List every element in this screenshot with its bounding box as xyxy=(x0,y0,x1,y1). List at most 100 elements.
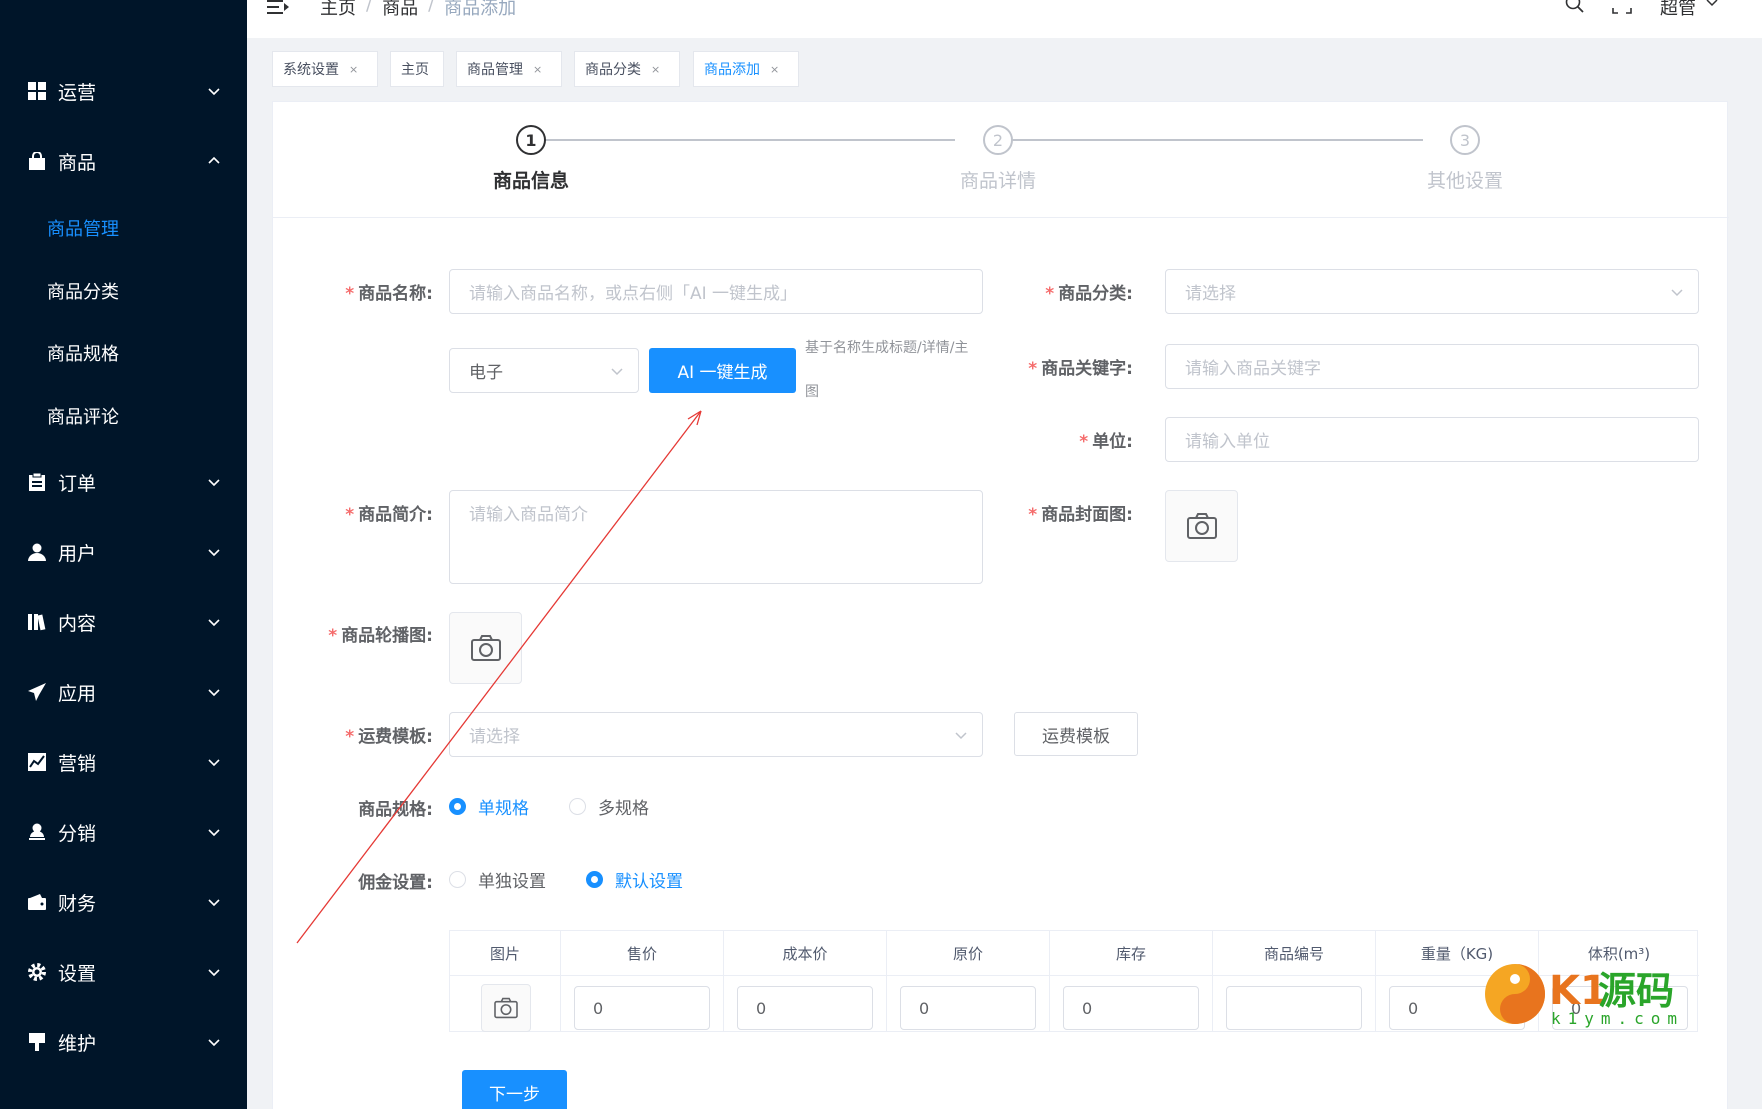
menu-fold-icon[interactable] xyxy=(267,0,289,16)
stock-input[interactable]: 0 xyxy=(1063,986,1199,1030)
cover-upload[interactable] xyxy=(1165,490,1238,562)
table-header: 原价 xyxy=(887,931,1050,976)
table-header: 库存 xyxy=(1050,931,1213,976)
submenu-product-category[interactable]: 商品分类 xyxy=(0,263,247,319)
price-input[interactable]: 0 xyxy=(574,986,710,1030)
chevron-down-icon xyxy=(208,549,220,557)
steps: 1 2 3 商品信息 商品详情 其他设置 xyxy=(273,102,1729,218)
submenu-product-manage[interactable]: 商品管理 xyxy=(0,200,247,256)
chevron-down-icon xyxy=(208,619,220,627)
close-icon[interactable]: × xyxy=(770,63,779,76)
commission-default-radio[interactable]: 默认设置 xyxy=(586,867,683,892)
keyword-input[interactable]: 请输入商品关键字 xyxy=(1165,344,1699,389)
ai-generate-button[interactable]: AI 一键生成 xyxy=(649,348,796,393)
commission-single-radio[interactable]: 单独设置 xyxy=(449,867,546,892)
product-name-input[interactable]: 请输入商品名称，或点右侧「AI 一键生成」 xyxy=(449,269,983,314)
tag-product-category[interactable]: 商品分类 × xyxy=(574,51,680,87)
user-name[interactable]: 超管 xyxy=(1660,0,1696,20)
submenu-product-review[interactable]: 商品评论 xyxy=(0,388,247,444)
unit-label: * 单位: xyxy=(1079,432,1133,452)
table-cell: 0 xyxy=(724,976,887,1032)
chevron-down-icon xyxy=(208,1039,220,1047)
spec-image-upload[interactable] xyxy=(481,984,531,1032)
cover-label: * 商品封面图: xyxy=(1028,505,1133,525)
clipboard-icon xyxy=(27,472,47,492)
menu-orders[interactable]: 订单 xyxy=(0,454,247,510)
table-header: 售价 xyxy=(561,931,724,976)
menu-products[interactable]: 商品 xyxy=(0,133,247,189)
fullscreen-icon[interactable] xyxy=(1612,0,1632,14)
breadcrumb-separator: / xyxy=(428,0,435,15)
step-connector xyxy=(999,139,1423,141)
search-icon[interactable] xyxy=(1565,0,1585,14)
menu-finance[interactable]: 财务 xyxy=(0,874,247,930)
close-icon[interactable]: × xyxy=(533,63,542,76)
menu-marketing[interactable]: 营销 xyxy=(0,734,247,790)
spec-multi-radio[interactable]: 多规格 xyxy=(569,794,649,819)
table-cell: 0 xyxy=(887,976,1050,1032)
close-icon[interactable]: × xyxy=(349,63,358,76)
menu-label: 设置 xyxy=(58,962,97,985)
category-select[interactable]: 请选择 xyxy=(1165,269,1699,314)
chevron-down-icon xyxy=(208,829,220,837)
carousel-upload[interactable] xyxy=(449,612,522,684)
ai-type-select[interactable]: 电子 xyxy=(449,348,639,393)
spec-single-radio[interactable]: 单规格 xyxy=(449,794,529,819)
radio-dot xyxy=(586,871,603,888)
tag-product-add[interactable]: 商品添加 × xyxy=(693,51,799,87)
breadcrumb-home[interactable]: 主页 xyxy=(320,0,356,20)
intro-label: * 商品简介: xyxy=(345,505,433,525)
menu-distribution[interactable]: 分销 xyxy=(0,804,247,860)
chevron-up-icon xyxy=(208,156,220,164)
menu-label: 财务 xyxy=(58,892,97,915)
close-icon[interactable]: × xyxy=(651,63,660,76)
spec-label: 商品规格: xyxy=(358,800,433,820)
user-icon xyxy=(27,542,47,562)
step-connector xyxy=(531,139,955,141)
table-header: 商品编号 xyxy=(1213,931,1376,976)
tag-home[interactable]: 主页 xyxy=(390,51,444,87)
camera-icon xyxy=(494,997,518,1019)
table-cell: 0 xyxy=(1050,976,1213,1032)
commission-label: 佣金设置: xyxy=(358,873,433,893)
next-step-button[interactable]: 下一步 xyxy=(462,1070,567,1109)
breadcrumb: 主页 / 商品 / 商品添加 xyxy=(320,0,516,20)
freight-template-button[interactable]: 运费模板 xyxy=(1014,712,1138,756)
chevron-down-icon xyxy=(208,88,220,96)
step-3-number: 3 xyxy=(1450,125,1480,155)
chevron-down-icon[interactable] xyxy=(1705,0,1719,10)
person-stamp-icon xyxy=(27,822,47,842)
chevron-down-icon xyxy=(955,732,967,740)
menu-operations[interactable]: 运营 xyxy=(0,63,247,119)
submenu-product-spec[interactable]: 商品规格 xyxy=(0,325,247,381)
book-icon xyxy=(27,612,47,632)
unit-input[interactable]: 请输入单位 xyxy=(1165,417,1699,462)
table-cell-image xyxy=(450,976,561,1032)
step-1-title: 商品信息 xyxy=(492,170,569,192)
table-cell: 0 xyxy=(561,976,724,1032)
menu-label: 运营 xyxy=(58,81,97,104)
cost-input[interactable]: 0 xyxy=(737,986,873,1030)
chevron-down-icon xyxy=(208,689,220,697)
table-header: 成本价 xyxy=(724,931,887,976)
grid-icon xyxy=(27,81,47,101)
menu-content[interactable]: 内容 xyxy=(0,594,247,650)
menu-apps[interactable]: 应用 xyxy=(0,664,247,720)
menu-label: 分销 xyxy=(58,822,97,845)
table-cell xyxy=(1213,976,1376,1032)
chevron-down-icon xyxy=(208,899,220,907)
tag-product-manage[interactable]: 商品管理 × xyxy=(456,51,562,87)
menu-maintenance[interactable]: 维护 xyxy=(0,1014,247,1070)
camera-icon xyxy=(470,635,501,661)
menu-settings[interactable]: 设置 xyxy=(0,944,247,1000)
sku-code-input[interactable] xyxy=(1226,986,1362,1030)
tag-system-settings[interactable]: 系统设置 × xyxy=(272,51,378,87)
menu-users[interactable]: 用户 xyxy=(0,524,247,580)
menu-label: 应用 xyxy=(58,682,97,705)
intro-textarea[interactable]: 请输入商品简介 xyxy=(449,490,983,584)
freight-select[interactable]: 请选择 xyxy=(449,712,983,757)
breadcrumb-product[interactable]: 商品 xyxy=(382,0,418,20)
ai-hint-line2: 图 xyxy=(805,384,819,400)
original-price-input[interactable]: 0 xyxy=(900,986,1036,1030)
radio-dot xyxy=(569,798,586,815)
